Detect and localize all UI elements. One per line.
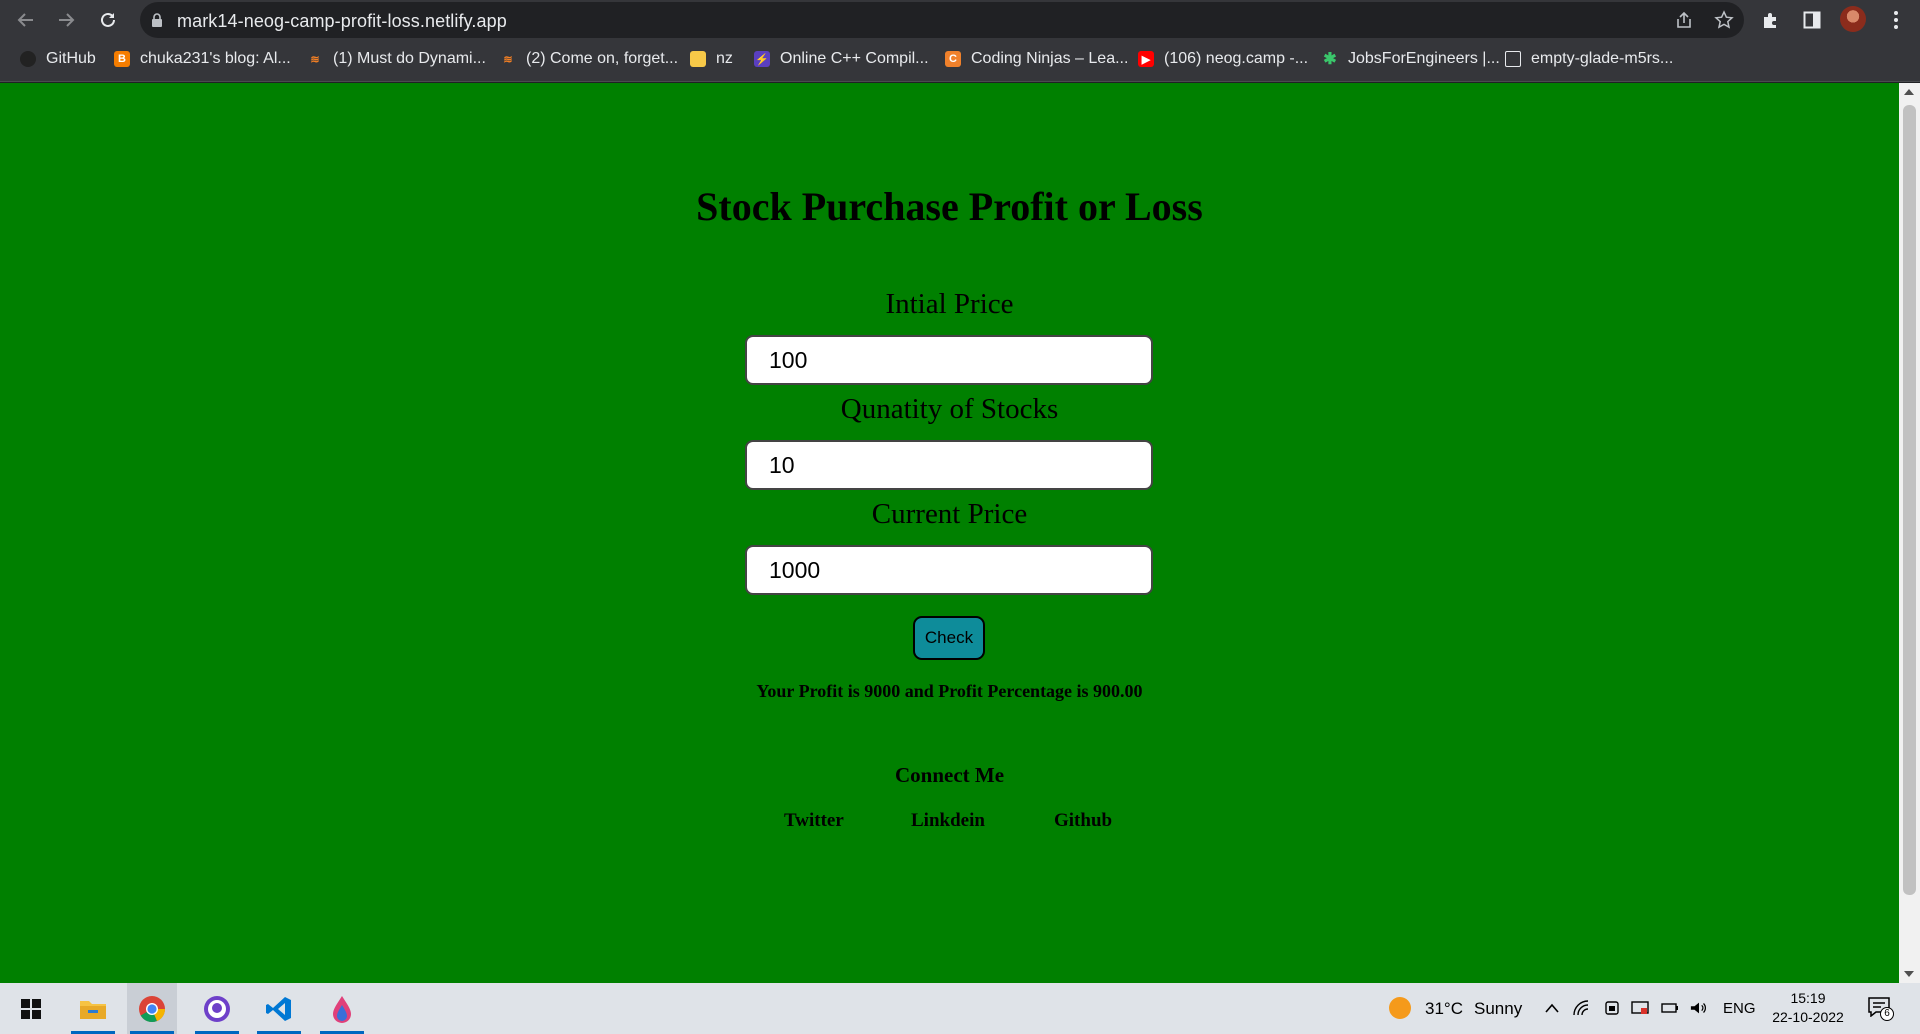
scroll-thumb[interactable] bbox=[1903, 105, 1916, 895]
check-button[interactable]: Check bbox=[913, 616, 985, 660]
blogger-icon: B bbox=[114, 51, 130, 67]
current-price-input[interactable] bbox=[745, 545, 1153, 595]
github-desktop-icon bbox=[204, 995, 230, 1022]
youtube-icon: ▶ bbox=[1138, 51, 1154, 67]
codingninjas-icon: C bbox=[945, 51, 961, 67]
bookmark-label: empty-glade-m5rs... bbox=[1531, 50, 1674, 67]
initial-price-label: Intial Price bbox=[885, 288, 1014, 320]
github-icon bbox=[20, 51, 36, 67]
vscode-icon bbox=[266, 996, 291, 1021]
address-bar[interactable]: mark14-neog-camp-profit-loss.netlify.app bbox=[140, 2, 1744, 38]
scroll-up-arrow-icon[interactable] bbox=[1904, 89, 1914, 95]
bookmark-blog[interactable]: B chuka231's blog: Al... bbox=[114, 40, 291, 78]
github-link[interactable]: Github bbox=[1054, 810, 1112, 832]
taskbar-app-drop[interactable] bbox=[317, 983, 367, 1034]
notifications-button[interactable]: 6 bbox=[1868, 997, 1894, 1021]
twitter-link[interactable]: Twitter bbox=[784, 810, 844, 832]
folder-icon bbox=[690, 51, 706, 67]
bookmark-star-icon[interactable] bbox=[1714, 10, 1734, 30]
sun-weather-icon bbox=[1389, 997, 1411, 1019]
taskbar-file-explorer[interactable] bbox=[68, 983, 118, 1034]
taskbar-github-desktop[interactable] bbox=[192, 983, 242, 1034]
bookmarks-bar: GitHub B chuka231's blog: Al... ≋ (1) Mu… bbox=[0, 40, 1920, 82]
bookmark-label: (106) neog.camp -... bbox=[1164, 50, 1309, 67]
linkedin-link[interactable]: Linkdein bbox=[911, 810, 985, 832]
extensions-button[interactable] bbox=[1757, 6, 1785, 34]
quantity-input[interactable] bbox=[745, 440, 1153, 490]
bookmark-label: (1) Must do Dynami... bbox=[333, 50, 486, 67]
weather-desc[interactable]: Sunny bbox=[1474, 999, 1522, 1019]
clock[interactable]: 15:19 22-10-2022 bbox=[1768, 989, 1848, 1027]
windows-logo-icon bbox=[21, 998, 41, 1019]
page-viewport: Stock Purchase Profit or Loss Intial Pri… bbox=[0, 83, 1899, 983]
start-button[interactable] bbox=[6, 983, 56, 1034]
bookmark-label: GitHub bbox=[46, 50, 96, 67]
speaker-icon[interactable] bbox=[1690, 999, 1708, 1017]
weather-temp[interactable]: 31°C bbox=[1425, 999, 1463, 1019]
back-button[interactable] bbox=[12, 6, 40, 34]
taskbar-vscode[interactable] bbox=[254, 983, 304, 1034]
menu-button[interactable] bbox=[1882, 6, 1910, 34]
network-icon[interactable] bbox=[1573, 999, 1591, 1017]
bookmark-jobsforengineers[interactable]: ✱ JobsForEngineers |... bbox=[1322, 40, 1500, 78]
language-indicator[interactable]: ENG bbox=[1723, 1000, 1756, 1017]
reload-icon bbox=[101, 12, 115, 27]
scroll-down-arrow-icon[interactable] bbox=[1904, 971, 1914, 977]
puzzle-icon bbox=[1764, 13, 1776, 28]
bookmark-cpp-compiler[interactable]: ⚡ Online C++ Compil... bbox=[754, 40, 929, 78]
folder-icon bbox=[80, 1000, 106, 1019]
taskbar: 31°C Sunny ENG 15:19 22-10-2022 6 bbox=[0, 983, 1920, 1034]
initial-price-input[interactable] bbox=[745, 335, 1153, 385]
browser-toolbar: mark14-neog-camp-profit-loss.netlify.app bbox=[0, 0, 1920, 40]
bookmark-label: Coding Ninjas – Lea... bbox=[971, 50, 1129, 67]
bolt-icon: ⚡ bbox=[754, 51, 770, 67]
arrow-right-icon bbox=[59, 13, 75, 27]
chrome-icon bbox=[139, 995, 165, 1022]
bookmark-dynamic[interactable]: ≋ (1) Must do Dynami... bbox=[307, 40, 486, 78]
connect-title: Connect Me bbox=[894, 763, 1005, 787]
vertical-scrollbar[interactable] bbox=[1899, 83, 1920, 983]
profile-avatar[interactable] bbox=[1840, 6, 1866, 32]
bookmark-label: (2) Come on, forget... bbox=[526, 50, 679, 67]
bookmark-empty-glade[interactable]: empty-glade-m5rs... bbox=[1505, 40, 1673, 78]
side-panel-icon bbox=[1803, 11, 1821, 29]
share-icon[interactable] bbox=[1674, 10, 1694, 30]
kebab-menu-icon bbox=[1894, 11, 1898, 29]
url-text: mark14-neog-camp-profit-loss.netlify.app bbox=[177, 11, 507, 31]
stackoverflow-icon: ≋ bbox=[503, 53, 513, 66]
reload-button[interactable] bbox=[94, 6, 122, 34]
bookmark-nz[interactable]: nz bbox=[690, 40, 733, 78]
clock-time: 15:19 bbox=[1790, 990, 1826, 1006]
stackoverflow-icon: ≋ bbox=[310, 53, 320, 66]
battery-icon[interactable] bbox=[1661, 999, 1679, 1017]
bookmark-label: nz bbox=[716, 50, 733, 67]
lock-icon bbox=[152, 13, 162, 27]
page-title: Stock Purchase Profit or Loss bbox=[696, 184, 1203, 229]
page-icon bbox=[1505, 51, 1521, 67]
drop-icon bbox=[333, 995, 351, 1023]
arrow-left-icon bbox=[17, 13, 33, 27]
bookmark-label: JobsForEngineers |... bbox=[1348, 50, 1500, 67]
bookmark-label: Online C++ Compil... bbox=[780, 50, 929, 67]
star-green-icon: ✱ bbox=[1323, 51, 1337, 68]
bookmark-come-on[interactable]: ≋ (2) Come on, forget... bbox=[500, 40, 678, 78]
chevron-up-icon[interactable] bbox=[1543, 999, 1561, 1017]
notification-count: 6 bbox=[1880, 1007, 1894, 1021]
forward-button[interactable] bbox=[52, 6, 80, 34]
bookmark-coding-ninjas[interactable]: C Coding Ninjas – Lea... bbox=[945, 40, 1128, 78]
taskbar-chrome[interactable] bbox=[127, 983, 177, 1034]
bookmark-neog-youtube[interactable]: ▶ (106) neog.camp -... bbox=[1138, 40, 1308, 78]
side-panel-button[interactable] bbox=[1798, 6, 1826, 34]
meet-icon[interactable] bbox=[1603, 999, 1621, 1017]
display-icon[interactable] bbox=[1631, 999, 1649, 1017]
result-message: Your Profit is 9000 and Profit Percentag… bbox=[756, 681, 1143, 701]
bookmark-label: chuka231's blog: Al... bbox=[140, 50, 291, 67]
quantity-label: Qunatity of Stocks bbox=[840, 393, 1059, 425]
current-price-label: Current Price bbox=[871, 498, 1028, 530]
clock-date: 22-10-2022 bbox=[1772, 1009, 1844, 1025]
bookmark-github[interactable]: GitHub bbox=[20, 40, 96, 78]
